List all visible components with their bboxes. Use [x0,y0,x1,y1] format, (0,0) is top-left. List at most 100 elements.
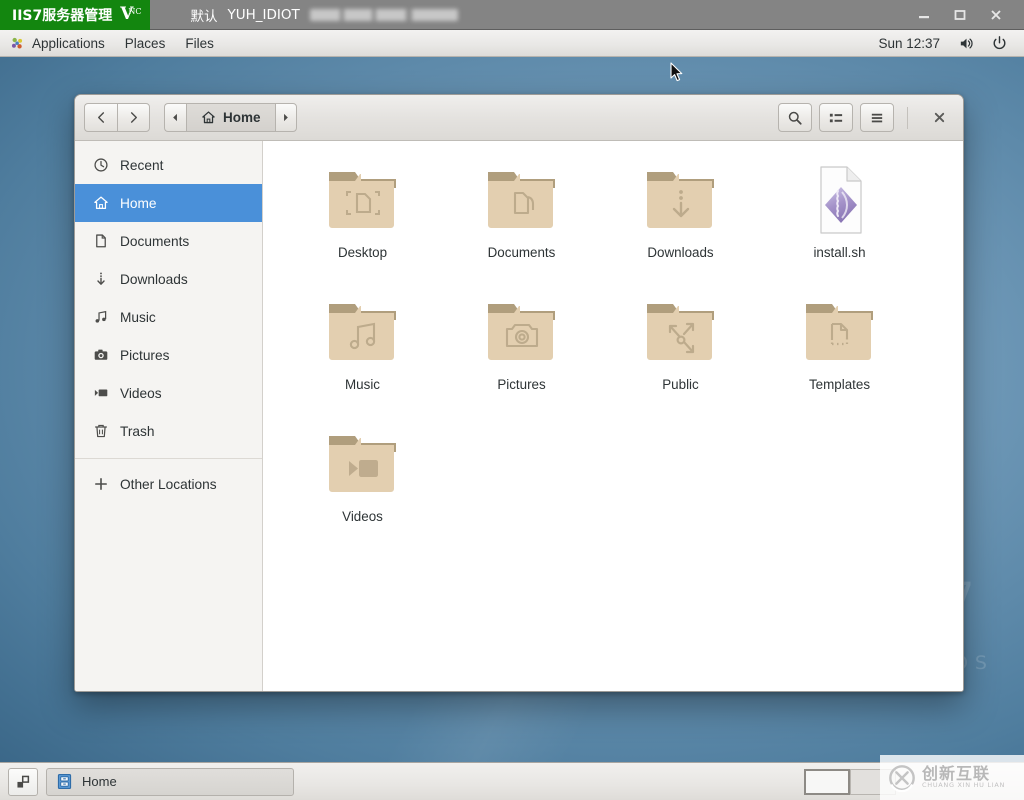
vnc-brand-label: IIS7服务器管理 [12,7,113,24]
vnc-maximize-button[interactable] [942,0,978,30]
file-item[interactable]: Public [601,285,760,409]
folder-icon-downloads [640,157,722,243]
breadcrumb-item-home[interactable]: Home [186,103,275,132]
screen: 7 TOS IIS7服务器管理 VNC 默认 YUH_IDIOT [0,0,1024,800]
sidebar-item-home[interactable]: Home [75,184,262,222]
back-button[interactable] [84,103,117,132]
panel-places-menu[interactable]: Places [115,30,176,57]
sidebar-label: Other Locations [120,476,217,492]
vnc-window-controls [906,0,1024,30]
panel-clock[interactable]: Sun 12:37 [868,36,950,51]
breadcrumb-home-label: Home [223,110,261,125]
view-toggle-button[interactable] [819,103,853,132]
home-icon [92,195,109,212]
file-list-view[interactable]: Desktop Documents Downloads install.sh M… [263,141,963,691]
file-name: Music [345,377,380,392]
show-desktop-button[interactable] [8,767,38,796]
sidebar-label: Pictures [120,347,170,363]
sidebar-label: Music [120,309,156,325]
breadcrumb: Home [164,103,297,132]
menu-button[interactable] [860,103,894,132]
panel-places-label: Places [124,35,166,51]
folder-icon-videos [322,421,404,507]
mouse-cursor [670,62,683,82]
vnc-session-name: YUH_IDIOT [227,6,300,23]
sidebar-label: Recent [120,157,164,173]
headerbar-actions [778,103,954,133]
hamburger-menu-icon [869,110,885,126]
panel-files-appmenu[interactable]: Files [175,30,224,57]
clock-icon [92,157,109,174]
folder-icon-pictures [481,289,563,375]
power-icon[interactable] [983,30,1016,57]
sidebar-label: Home [120,195,157,211]
panel-applications-label: Applications [32,35,105,51]
sidebar-item-recent[interactable]: Recent [75,146,262,184]
file-name: Downloads [647,245,714,260]
sidebar-item-videos[interactable]: Videos [75,374,262,412]
home-icon [201,110,216,125]
file-item[interactable]: Music [283,285,442,409]
file-item[interactable]: Downloads [601,153,760,277]
vnc-logo-icon: V NC [120,4,142,24]
download-icon [92,271,109,288]
sidebar-item-music[interactable]: Music [75,298,262,336]
trash-icon [92,423,109,440]
path-scroll-left-button[interactable] [164,103,186,132]
sidebar-item-downloads[interactable]: Downloads [75,260,262,298]
file-item[interactable]: Desktop [283,153,442,277]
camera-icon [92,347,109,364]
sidebar-label: Trash [120,423,155,439]
search-button[interactable] [778,103,812,132]
file-item[interactable]: Pictures [442,285,601,409]
workspace-2[interactable] [850,768,896,795]
window-close-button[interactable] [924,103,954,133]
sidebar-item-documents[interactable]: Documents [75,222,262,260]
vnc-session-info: 默认 YUH_IDIOT [190,5,458,25]
bottom-taskbar: Home [0,762,1024,800]
file-item[interactable]: Documents [442,153,601,277]
folder-icon-documents [481,157,563,243]
vnc-session-profile: 默认 [190,8,218,25]
vnc-title-bar: IIS7服务器管理 V NC 默认 YUH_IDIOT [0,0,1024,30]
window-list: Home [46,767,294,796]
music-icon [92,309,109,326]
file-item[interactable]: install.sh [760,153,919,277]
sidebar-item-other-locations[interactable]: Other Locations [75,465,262,503]
file-name: install.sh [813,245,866,260]
plus-icon [92,476,109,493]
folder-icon-music [322,289,404,375]
path-scroll-right-button[interactable] [274,103,297,132]
navigation-buttons [84,103,150,132]
taskbar-window-label: Home [82,774,117,789]
taskbar-window-button-home[interactable]: Home [46,767,294,796]
gnome-top-panel: Applications Places Files Sun 12:37 [0,30,1024,57]
list-view-icon [828,110,844,126]
workspace-switcher [804,768,896,795]
file-manager-icon [56,773,73,790]
file-item[interactable]: Templates [760,285,919,409]
file-name: Desktop [337,245,388,260]
sidebar-label: Videos [120,385,162,401]
folder-icon-desktop [322,157,404,243]
sidebar-item-pictures[interactable]: Pictures [75,336,262,374]
vnc-brand: IIS7服务器管理 V NC [0,0,151,30]
file-name: Documents [487,245,556,260]
workspace-1[interactable] [804,768,850,795]
panel-applications-menu[interactable]: Applications [0,30,115,57]
vnc-close-button[interactable] [978,0,1014,30]
forward-button[interactable] [117,103,150,132]
vnc-minimize-button[interactable] [906,0,942,30]
panel-files-label: Files [185,35,214,51]
file-name: Videos [342,509,383,524]
file-name: Pictures [497,377,546,392]
folder-icon-public [640,289,722,375]
sidebar-item-trash[interactable]: Trash [75,412,262,450]
file-manager-body: Recent Home Documents Downloads Music Pi… [75,141,963,691]
sidebar-label: Downloads [120,271,188,287]
document-icon [92,233,109,250]
file-manager-window: Home Recent Home Documents Downloads Mus… [74,94,964,692]
volume-icon[interactable] [950,30,983,57]
vnc-session-host-redacted [309,8,458,21]
file-item[interactable]: Videos [283,417,442,541]
